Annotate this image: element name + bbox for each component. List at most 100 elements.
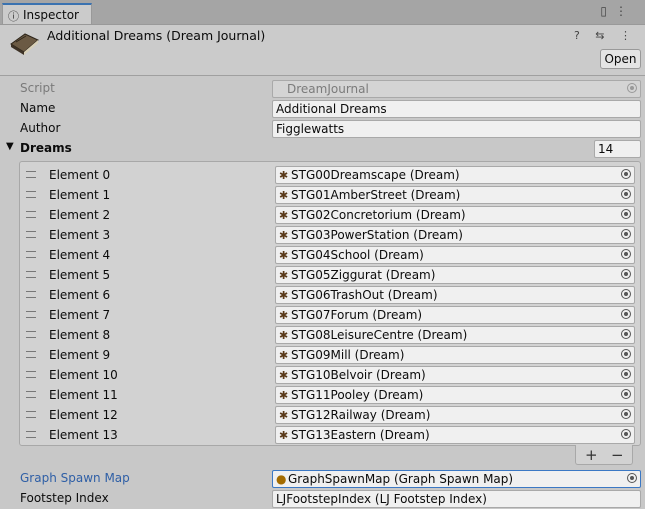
drag-handle-icon[interactable]: [26, 271, 36, 278]
name-row: Name Additional Dreams: [0, 99, 645, 119]
object-picker-icon[interactable]: [621, 249, 631, 259]
dream-asset-icon: ✱: [279, 369, 289, 382]
header-buttons[interactable]: ? ⇆ ⋮: [574, 29, 637, 42]
dream-asset-icon: ✱: [279, 289, 289, 302]
dream-object-value: STG05Ziggurat (Dream): [291, 268, 436, 282]
tab-inspector[interactable]: ⓘ Inspector: [2, 3, 92, 24]
drag-handle-icon[interactable]: [26, 191, 36, 198]
script-value: DreamJournal: [287, 82, 369, 96]
drag-handle-icon[interactable]: [26, 291, 36, 298]
drag-handle-icon[interactable]: [26, 391, 36, 398]
dream-object-value: STG13Eastern (Dream): [291, 428, 430, 442]
dream-object-field[interactable]: ✱ STG05Ziggurat (Dream): [275, 266, 635, 284]
add-element-button[interactable]: +: [585, 446, 598, 464]
dream-object-field[interactable]: ✱ STG07Forum (Dream): [275, 306, 635, 324]
dream-object-value: STG12Railway (Dream): [291, 408, 431, 422]
element-label: Element 6: [49, 288, 111, 302]
dream-object-value: STG09Mill (Dream): [291, 348, 405, 362]
tab-bar: ⓘ Inspector ▯⋮: [0, 0, 645, 25]
footstep-index-value: LJFootstepIndex (LJ Footstep Index): [276, 492, 487, 506]
object-picker-icon[interactable]: [627, 473, 637, 483]
dream-object-field[interactable]: ✱ STG00Dreamscape (Dream): [275, 166, 635, 184]
object-picker-icon[interactable]: [621, 429, 631, 439]
drag-handle-icon[interactable]: [26, 411, 36, 418]
kebab-menu-icon[interactable]: ⋮: [615, 4, 635, 18]
object-picker-icon[interactable]: [621, 409, 631, 419]
dream-object-field[interactable]: ✱ STG11Pooley (Dream): [275, 386, 635, 404]
drag-handle-icon[interactable]: [26, 211, 36, 218]
list-element-row: Element 7 ✱ STG07Forum (Dream): [20, 305, 640, 325]
drag-handle-icon[interactable]: [26, 431, 36, 438]
element-label: Element 0: [49, 168, 111, 182]
drag-handle-icon[interactable]: [26, 331, 36, 338]
tab-icons: ▯⋮: [600, 4, 635, 18]
graph-spawn-map-icon: ●: [276, 472, 287, 486]
object-picker-icon[interactable]: [621, 189, 631, 199]
dream-object-field[interactable]: ✱ STG06TrashOut (Dream): [275, 286, 635, 304]
drag-handle-icon[interactable]: [26, 371, 36, 378]
dream-object-field[interactable]: ✱ STG02Concretorium (Dream): [275, 206, 635, 224]
list-element-row: Element 12 ✱ STG12Railway (Dream): [20, 405, 640, 425]
remove-element-button[interactable]: −: [611, 446, 624, 464]
script-field: DreamJournal: [272, 80, 641, 98]
dreams-label[interactable]: Dreams: [20, 141, 72, 155]
drag-handle-icon[interactable]: [26, 171, 36, 178]
list-element-row: Element 2 ✱ STG02Concretorium (Dream): [20, 205, 640, 225]
dream-asset-icon: ✱: [279, 229, 289, 242]
list-element-row: Element 4 ✱ STG04School (Dream): [20, 245, 640, 265]
list-element-row: Element 8 ✱ STG08LeisureCentre (Dream): [20, 325, 640, 345]
script-label: Script: [20, 81, 55, 95]
dream-object-field[interactable]: ✱ STG13Eastern (Dream): [275, 426, 635, 444]
graph-spawn-map-field[interactable]: ● GraphSpawnMap (Graph Spawn Map): [272, 470, 641, 488]
list-element-row: Element 6 ✱ STG06TrashOut (Dream): [20, 285, 640, 305]
object-picker-icon[interactable]: [621, 369, 631, 379]
object-picker-icon[interactable]: [621, 329, 631, 339]
dream-object-field[interactable]: ✱ STG01AmberStreet (Dream): [275, 186, 635, 204]
dream-asset-icon: ✱: [279, 269, 289, 282]
graph-spawn-map-label: Graph Spawn Map: [20, 471, 130, 485]
element-label: Element 5: [49, 268, 111, 282]
object-picker-icon: [627, 83, 637, 93]
object-picker-icon[interactable]: [621, 389, 631, 399]
dreams-count-field[interactable]: 14: [594, 140, 641, 158]
object-picker-icon[interactable]: [621, 169, 631, 179]
object-picker-icon[interactable]: [621, 209, 631, 219]
dream-object-field[interactable]: ✱ STG08LeisureCentre (Dream): [275, 326, 635, 344]
object-picker-icon[interactable]: [621, 309, 631, 319]
list-element-row: Element 9 ✱ STG09Mill (Dream): [20, 345, 640, 365]
drag-handle-icon[interactable]: [26, 231, 36, 238]
foldout-arrow-icon[interactable]: ▼: [6, 141, 14, 152]
open-button[interactable]: Open: [600, 49, 641, 69]
lock-icon[interactable]: ▯: [600, 4, 615, 18]
object-picker-icon[interactable]: [621, 289, 631, 299]
list-element-row: Element 13 ✱ STG13Eastern (Dream): [20, 425, 640, 445]
drag-handle-icon[interactable]: [26, 311, 36, 318]
dream-object-field[interactable]: ✱ STG12Railway (Dream): [275, 406, 635, 424]
author-value: Figglewatts: [276, 122, 345, 136]
dream-asset-icon: ✱: [279, 409, 289, 422]
dream-object-field[interactable]: ✱ STG04School (Dream): [275, 246, 635, 264]
script-row: Script DreamJournal: [0, 79, 645, 99]
object-picker-icon[interactable]: [621, 269, 631, 279]
drag-handle-icon[interactable]: [26, 251, 36, 258]
object-picker-icon[interactable]: [621, 229, 631, 239]
object-picker-icon[interactable]: [621, 349, 631, 359]
dream-object-field[interactable]: ✱ STG09Mill (Dream): [275, 346, 635, 364]
info-icon: ⓘ: [8, 10, 19, 23]
element-label: Element 2: [49, 208, 111, 222]
dream-object-value: STG11Pooley (Dream): [291, 388, 424, 402]
dream-object-value: STG04School (Dream): [291, 248, 424, 262]
list-element-row: Element 1 ✱ STG01AmberStreet (Dream): [20, 185, 640, 205]
list-element-row: Element 11 ✱ STG11Pooley (Dream): [20, 385, 640, 405]
drag-handle-icon[interactable]: [26, 351, 36, 358]
footstep-index-field[interactable]: LJFootstepIndex (LJ Footstep Index): [272, 490, 641, 508]
element-label: Element 1: [49, 188, 111, 202]
list-element-row: Element 0 ✱ STG00Dreamscape (Dream): [20, 165, 640, 185]
dream-object-field[interactable]: ✱ STG03PowerStation (Dream): [275, 226, 635, 244]
element-label: Element 13: [49, 428, 118, 442]
list-element-row: Element 5 ✱ STG05Ziggurat (Dream): [20, 265, 640, 285]
author-field[interactable]: Figglewatts: [272, 120, 641, 138]
name-field[interactable]: Additional Dreams: [272, 100, 641, 118]
dream-object-value: STG10Belvoir (Dream): [291, 368, 426, 382]
dream-object-field[interactable]: ✱ STG10Belvoir (Dream): [275, 366, 635, 384]
